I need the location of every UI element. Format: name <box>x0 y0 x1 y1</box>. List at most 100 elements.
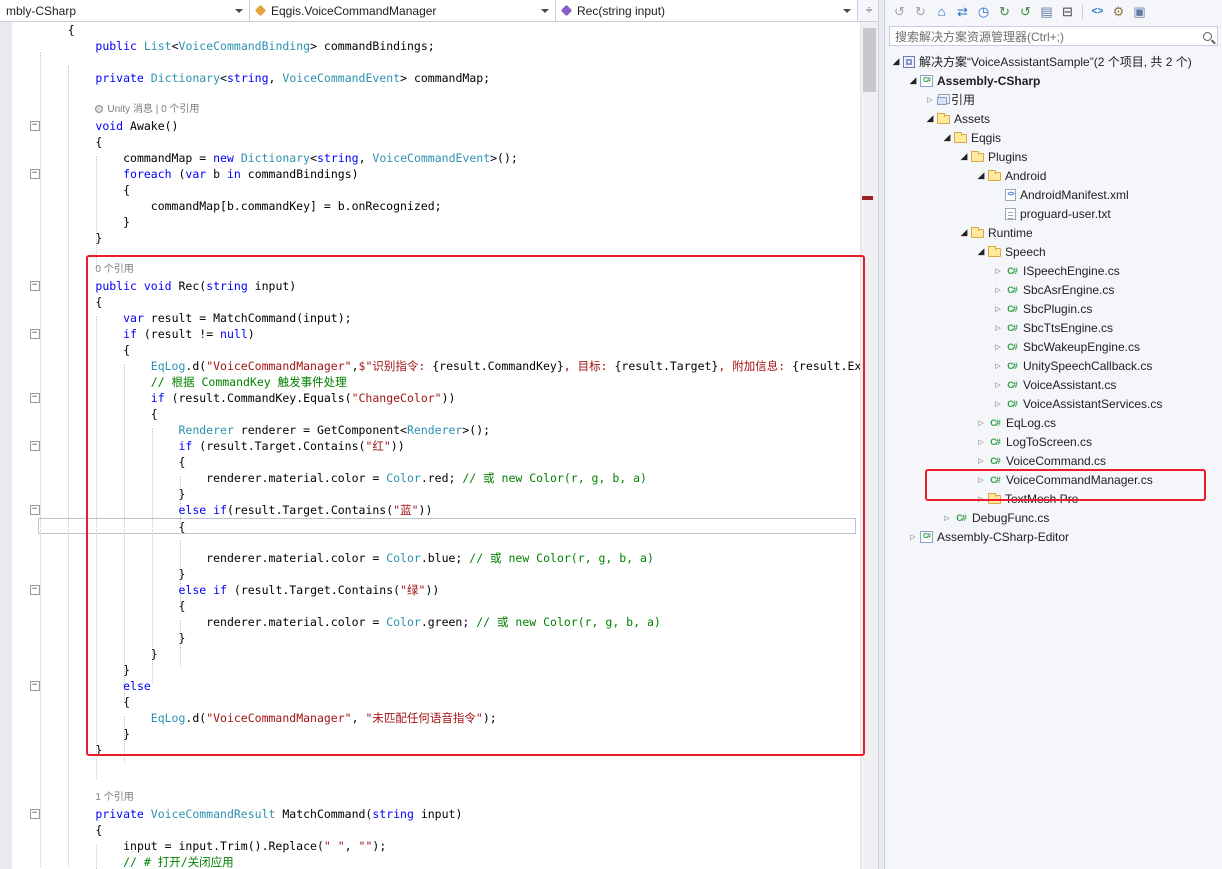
tree-item[interactable]: ◢Android <box>885 166 1222 185</box>
fold-collapse-marker[interactable] <box>30 393 40 403</box>
tree-item[interactable]: ◢Speech <box>885 242 1222 261</box>
tree-item[interactable]: ◢Plugins <box>885 147 1222 166</box>
tree-item[interactable]: ▷C#VoiceAssistantServices.cs <box>885 394 1222 413</box>
code-line[interactable]: } <box>0 230 860 246</box>
tree-expand-arrow[interactable]: ▷ <box>974 438 988 446</box>
tree-expand-arrow[interactable]: ▷ <box>923 96 937 104</box>
code-line[interactable]: } <box>0 646 860 662</box>
code-line[interactable]: renderer.material.color = Color.blue; //… <box>0 550 860 566</box>
tree-item[interactable]: proguard-user.txt <box>885 204 1222 223</box>
fold-collapse-marker[interactable] <box>30 329 40 339</box>
code-line[interactable]: commandMap[b.commandKey] = b.onRecognize… <box>0 198 860 214</box>
sync-with-active-document-icon[interactable]: ↻ <box>994 3 1015 21</box>
tree-expand-arrow[interactable]: ▷ <box>991 286 1005 294</box>
codelens-line[interactable]: Unity 消息 | 0 个引用 <box>0 102 860 118</box>
pending-changes-filter-icon[interactable]: ◷ <box>973 3 994 21</box>
fold-collapse-marker[interactable] <box>30 585 40 595</box>
fold-collapse-marker[interactable] <box>30 169 40 179</box>
member-dropdown[interactable]: Rec(string input) <box>556 0 858 21</box>
tree-expand-arrow[interactable]: ▷ <box>991 267 1005 275</box>
switch-views-icon[interactable]: ⇄ <box>952 3 973 21</box>
tree-item[interactable]: ▷C#ISpeechEngine.cs <box>885 261 1222 280</box>
code-line[interactable] <box>0 774 860 790</box>
tree-item[interactable]: <>AndroidManifest.xml <box>885 185 1222 204</box>
tree-expand-arrow[interactable]: ▷ <box>974 419 988 427</box>
code-line[interactable]: void Awake() <box>0 118 860 134</box>
fold-collapse-marker[interactable] <box>30 809 40 819</box>
code-line[interactable]: // 根据 CommandKey 触发事件处理 <box>0 374 860 390</box>
tree-item[interactable]: ▷C#DebugFunc.cs <box>885 508 1222 527</box>
code-line[interactable]: if (result.Target.Contains("红")) <box>0 438 860 454</box>
fold-collapse-marker[interactable] <box>30 281 40 291</box>
code-line[interactable]: commandMap = new Dictionary<string, Voic… <box>0 150 860 166</box>
code-line[interactable]: foreach (var b in commandBindings) <box>0 166 860 182</box>
preview-selected-items-icon[interactable]: ▣ <box>1129 3 1150 21</box>
code-line[interactable]: Renderer renderer = GetComponent<Rendere… <box>0 422 860 438</box>
tree-expand-arrow[interactable]: ▷ <box>991 400 1005 408</box>
tree-item[interactable]: ▷C#VoiceCommandManager.cs <box>885 470 1222 489</box>
current-line[interactable]: { <box>38 518 856 534</box>
properties-icon[interactable]: ⚙ <box>1108 3 1129 21</box>
code-line[interactable]: { <box>0 694 860 710</box>
code-line[interactable]: private Dictionary<string, VoiceCommandE… <box>0 70 860 86</box>
project-dropdown[interactable]: mbly-CSharp <box>0 0 250 21</box>
tree-item[interactable]: ▷C#EqLog.cs <box>885 413 1222 432</box>
search-box[interactable]: 搜索解决方案资源管理器(Ctrl+;) <box>889 26 1218 46</box>
scrollbar-thumb[interactable] <box>863 28 876 92</box>
code-line[interactable]: else <box>0 678 860 694</box>
codelens-line[interactable]: 1 个引用 <box>0 790 860 806</box>
code-line[interactable]: EqLog.d("VoiceCommandManager",$"识别指令: {r… <box>0 358 860 374</box>
code-line[interactable]: } <box>0 726 860 742</box>
code-line[interactable]: { <box>0 22 860 38</box>
tree-item[interactable]: ▷C#LogToScreen.cs <box>885 432 1222 451</box>
tree-expand-arrow[interactable]: ▷ <box>974 495 988 503</box>
tree-expand-arrow[interactable]: ▷ <box>940 514 954 522</box>
tree-expand-arrow[interactable]: ▷ <box>974 476 988 484</box>
tree-item[interactable]: ▷C#Assembly-CSharp-Editor <box>885 527 1222 546</box>
codelens-line[interactable]: 0 个引用 <box>0 262 860 278</box>
code-line[interactable]: { <box>0 182 860 198</box>
code-line[interactable]: if (result.CommandKey.Equals("ChangeColo… <box>0 390 860 406</box>
code-line[interactable]: EqLog.d("VoiceCommandManager", "未匹配任何语音指… <box>0 710 860 726</box>
code-line[interactable] <box>0 246 860 262</box>
code-editor[interactable]: { public List<VoiceCommandBinding> comma… <box>0 22 860 869</box>
tree-item[interactable]: ▷C#SbcPlugin.cs <box>885 299 1222 318</box>
code-line[interactable]: } <box>0 662 860 678</box>
code-line[interactable]: { <box>0 598 860 614</box>
fold-collapse-marker[interactable] <box>30 121 40 131</box>
code-line[interactable]: renderer.material.color = Color.green; /… <box>0 614 860 630</box>
collapse-all-icon[interactable]: ⊟ <box>1057 3 1078 21</box>
code-line[interactable]: { <box>0 294 860 310</box>
code-line[interactable]: } <box>0 486 860 502</box>
code-line[interactable] <box>0 54 860 70</box>
code-line[interactable]: private VoiceCommandResult MatchCommand(… <box>0 806 860 822</box>
tree-item[interactable]: ◢解决方案“VoiceAssistantSample”(2 个项目, 共 2 个… <box>885 52 1222 71</box>
code-line[interactable] <box>0 758 860 774</box>
code-line[interactable]: } <box>0 742 860 758</box>
code-line[interactable]: { <box>0 406 860 422</box>
code-line[interactable] <box>0 534 860 550</box>
refresh-icon[interactable]: ↺ <box>1015 3 1036 21</box>
navigate-back-icon[interactable]: ↺ <box>889 3 910 21</box>
code-line[interactable]: else if (result.Target.Contains("绿")) <box>0 582 860 598</box>
tree-expand-arrow[interactable]: ▷ <box>991 381 1005 389</box>
tree-item[interactable]: ▷引用 <box>885 90 1222 109</box>
code-line[interactable]: } <box>0 630 860 646</box>
tree-collapse-arrow[interactable]: ◢ <box>974 246 988 257</box>
navigate-forward-icon[interactable]: ↻ <box>910 3 931 21</box>
tree-collapse-arrow[interactable]: ◢ <box>889 56 903 67</box>
pane-splitter[interactable] <box>878 0 884 869</box>
code-line[interactable]: input = input.Trim().Replace(" ", ""); <box>0 838 860 854</box>
code-line[interactable]: } <box>0 214 860 230</box>
tree-item[interactable]: ◢Assets <box>885 109 1222 128</box>
tree-item[interactable]: ◢Runtime <box>885 223 1222 242</box>
tree-expand-arrow[interactable]: ▷ <box>991 362 1005 370</box>
type-dropdown[interactable]: Eqgis.VoiceCommandManager <box>250 0 556 21</box>
code-line[interactable]: public List<VoiceCommandBinding> command… <box>0 38 860 54</box>
code-line[interactable]: else if(result.Target.Contains("蓝")) <box>0 502 860 518</box>
tree-collapse-arrow[interactable]: ◢ <box>906 75 920 86</box>
split-editor-button[interactable]: ÷ <box>860 0 878 22</box>
tree-collapse-arrow[interactable]: ◢ <box>957 151 971 162</box>
tree-item[interactable]: ▷C#SbcWakeupEngine.cs <box>885 337 1222 356</box>
tree-expand-arrow[interactable]: ▷ <box>974 457 988 465</box>
